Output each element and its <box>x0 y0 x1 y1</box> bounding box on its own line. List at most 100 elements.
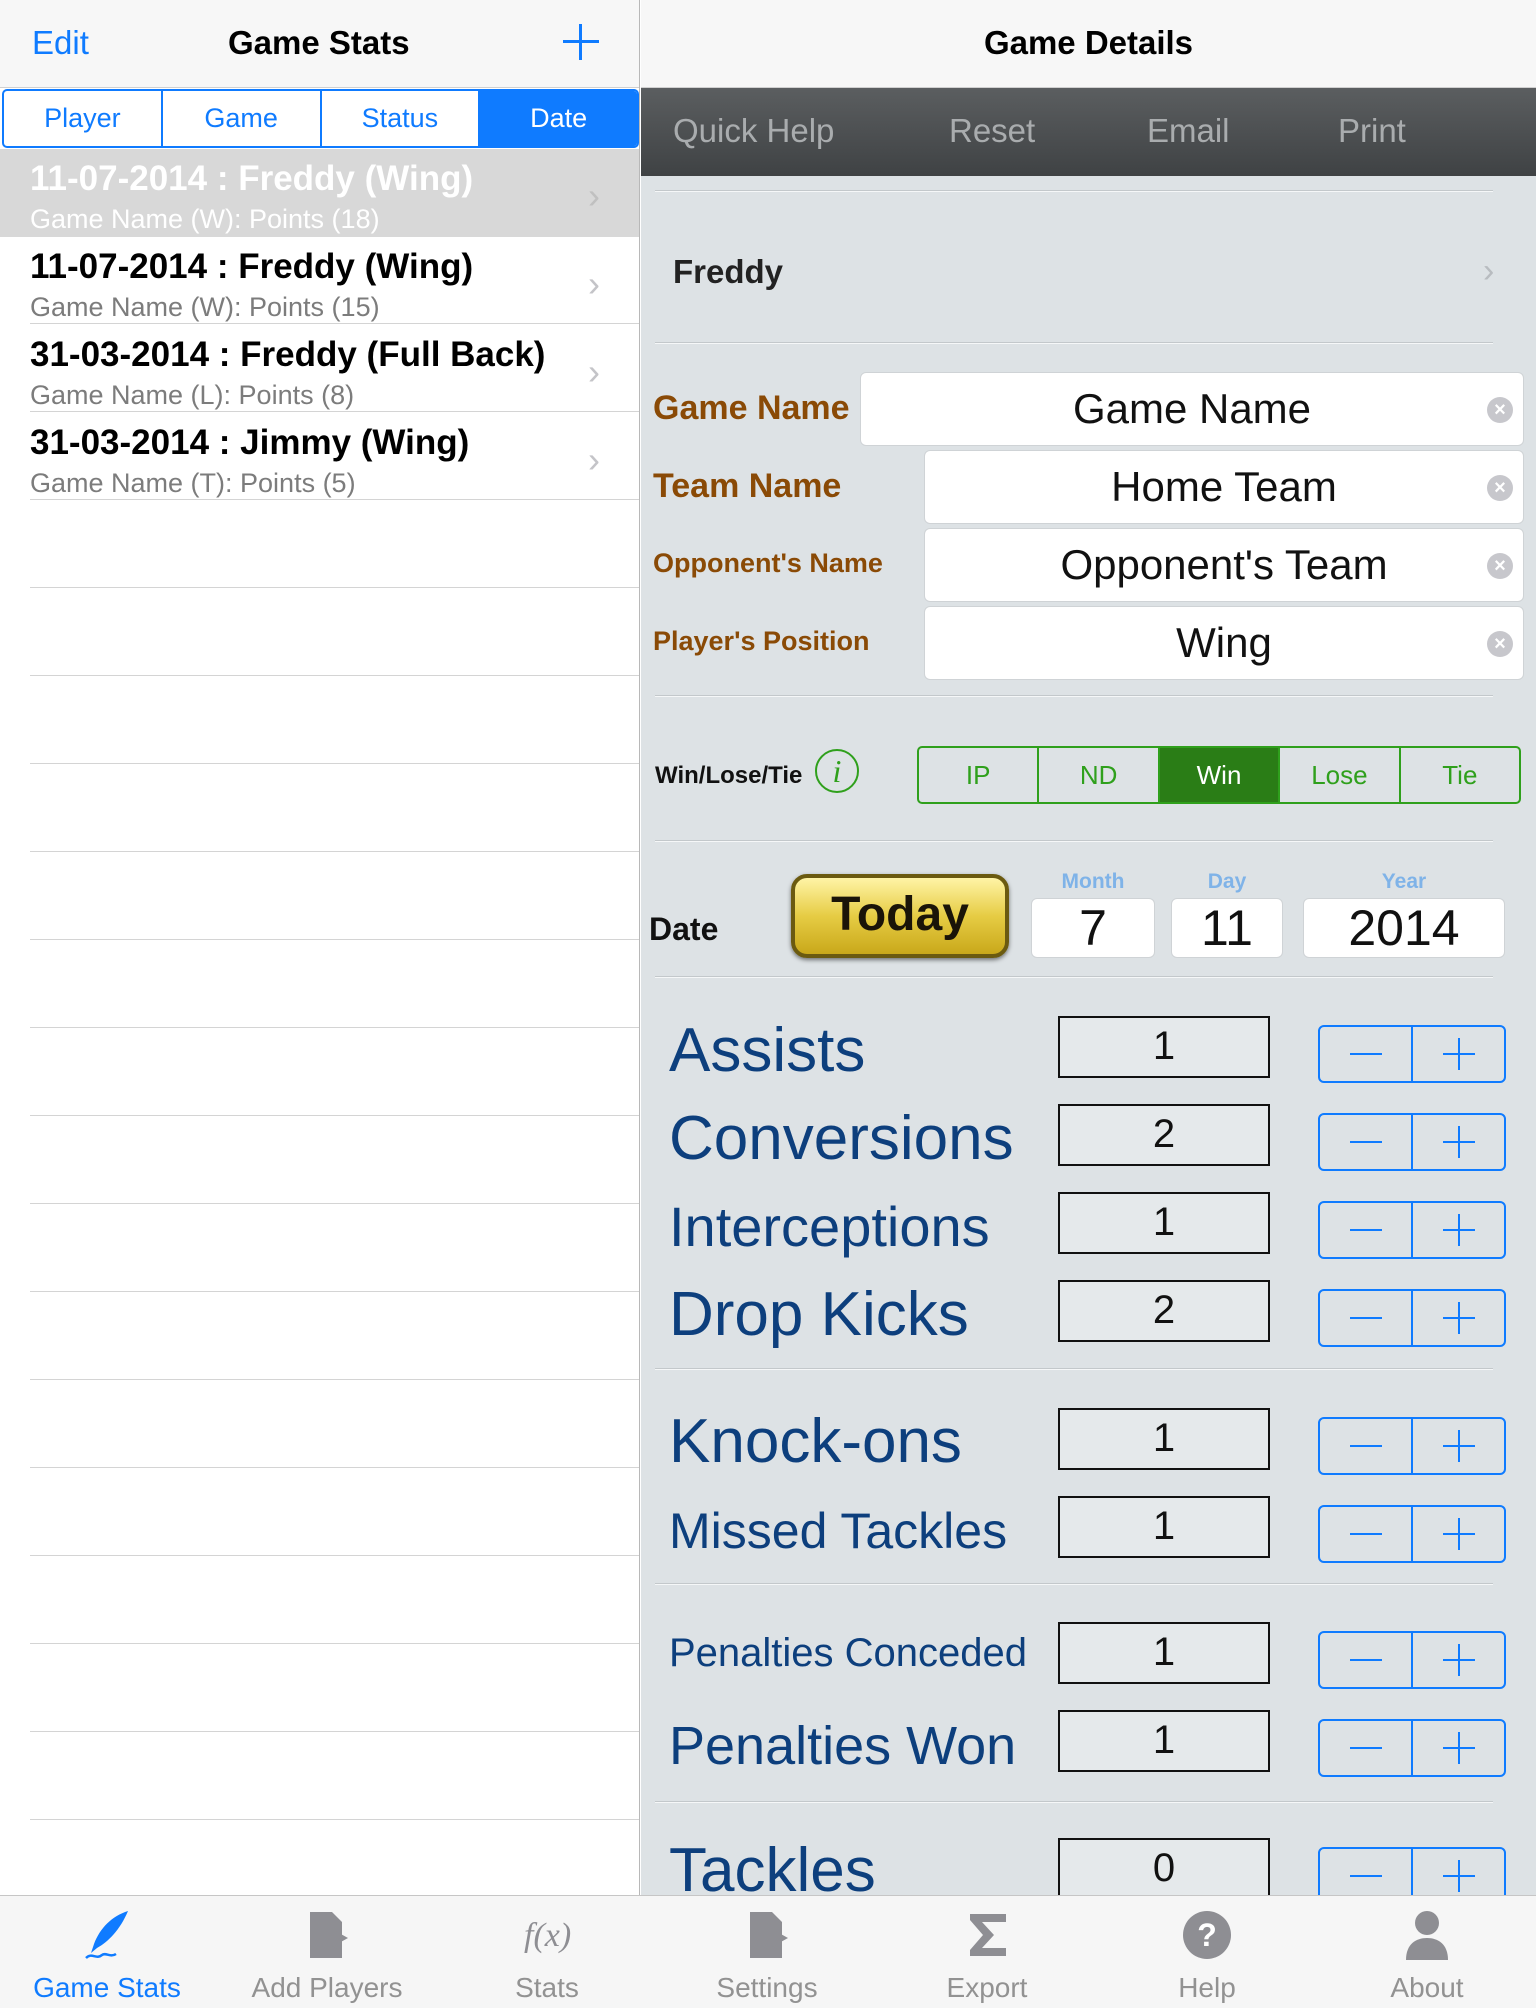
increment-button[interactable] <box>1413 1849 1504 1895</box>
detail-nav-bar: Game Details <box>641 0 1536 88</box>
stat-label-penalties-conceded: Penalties Conceded <box>669 1631 1028 1675</box>
chevron-right-icon: › <box>588 175 600 216</box>
decrement-button[interactable] <box>1320 1849 1413 1895</box>
tab-export[interactable]: Export <box>892 1896 1082 2008</box>
sort-tab-date[interactable]: Date <box>480 91 637 146</box>
game-list-item[interactable]: 11-07-2014 : Freddy (Wing) Game Name (W)… <box>0 149 639 237</box>
decrement-button[interactable] <box>1320 1027 1413 1081</box>
increment-button[interactable] <box>1413 1027 1504 1081</box>
game-list-item[interactable]: 11-07-2014 : Freddy (Wing) Game Name (W)… <box>0 237 639 325</box>
sigma-icon <box>970 1914 1006 1956</box>
month-field[interactable]: 7 <box>1031 898 1155 958</box>
increment-button[interactable] <box>1413 1633 1504 1687</box>
team-name-field[interactable]: Home Team × <box>924 450 1524 524</box>
row-separator <box>30 1643 639 1644</box>
tab-about[interactable]: About <box>1332 1896 1522 2008</box>
row-separator <box>30 851 639 852</box>
stat-label-knock-ons: Knock-ons <box>669 1407 962 1476</box>
tab-help[interactable]: ? Help <box>1112 1896 1302 2008</box>
sort-segmented-control: Player Game Status Date <box>2 89 639 148</box>
tab-stats[interactable]: f(x) Stats <box>452 1896 642 2008</box>
row-separator <box>30 1555 639 1556</box>
svg-text:?: ? <box>1197 1917 1217 1953</box>
reset-button[interactable]: Reset <box>949 112 1035 150</box>
edit-button[interactable]: Edit <box>32 24 89 62</box>
increment-button[interactable] <box>1413 1419 1504 1473</box>
row-separator <box>30 587 639 588</box>
sort-tab-game[interactable]: Game <box>163 91 322 146</box>
game-item-subtitle: Game Name (L): Points (8) <box>30 380 355 410</box>
result-option-nd[interactable]: ND <box>1039 748 1160 802</box>
result-option-lose[interactable]: Lose <box>1280 748 1401 802</box>
master-title: Game Stats <box>228 24 410 61</box>
tab-add-players[interactable]: Add Players <box>232 1896 422 2008</box>
stat-value-interceptions: 1 <box>1058 1192 1270 1254</box>
today-button[interactable]: Today <box>791 874 1009 958</box>
decrement-button[interactable] <box>1320 1203 1413 1257</box>
tab-bar: Game Stats Add Players f(x) Stats Settin… <box>0 1895 1536 2008</box>
decrement-button[interactable] <box>1320 1721 1413 1775</box>
tab-label: Game Stats <box>33 1972 181 2003</box>
email-button[interactable]: Email <box>1147 112 1230 150</box>
chevron-right-icon: › <box>1483 252 1495 290</box>
result-segmented-control: IP ND Win Lose Tie <box>917 746 1521 804</box>
clear-icon[interactable]: × <box>1487 475 1513 501</box>
result-option-tie[interactable]: Tie <box>1401 748 1519 802</box>
quick-help-button[interactable]: Quick Help <box>673 112 834 150</box>
row-separator <box>30 1115 639 1116</box>
player-position-field[interactable]: Wing × <box>924 606 1524 680</box>
clear-icon[interactable]: × <box>1487 631 1513 657</box>
stat-value-assists: 1 <box>1058 1016 1270 1078</box>
row-separator <box>30 1731 639 1732</box>
result-option-ip[interactable]: IP <box>919 748 1040 802</box>
stepper-interceptions <box>1318 1201 1506 1259</box>
game-list-item[interactable]: 31-03-2014 : Jimmy (Wing) Game Name (T):… <box>0 413 639 501</box>
divider <box>655 695 1493 697</box>
player-position-label: Player's Position <box>653 626 870 656</box>
stat-label-penalties-won: Penalties Won <box>669 1716 1017 1776</box>
stepper-knock-ons <box>1318 1417 1506 1475</box>
game-name-label: Game Name <box>653 389 850 427</box>
opponent-name-field[interactable]: Opponent's Team × <box>924 528 1524 602</box>
sort-tab-status[interactable]: Status <box>322 91 481 146</box>
increment-button[interactable] <box>1413 1721 1504 1775</box>
game-name-field[interactable]: Game Name × <box>860 372 1524 446</box>
increment-button[interactable] <box>1413 1507 1504 1561</box>
game-list-item[interactable]: 31-03-2014 : Freddy (Full Back) Game Nam… <box>0 325 639 413</box>
decrement-button[interactable] <box>1320 1633 1413 1687</box>
row-separator <box>30 499 639 500</box>
row-separator <box>30 1379 639 1380</box>
decrement-button[interactable] <box>1320 1291 1413 1345</box>
tab-label: About <box>1390 1972 1464 2003</box>
decrement-button[interactable] <box>1320 1507 1413 1561</box>
result-option-win[interactable]: Win <box>1159 748 1281 802</box>
date-label: Date <box>649 911 719 947</box>
add-game-button[interactable] <box>556 14 606 70</box>
stepper-missed-tackles <box>1318 1505 1506 1563</box>
increment-button[interactable] <box>1413 1203 1504 1257</box>
clear-icon[interactable]: × <box>1487 397 1513 423</box>
stepper-tackles <box>1318 1847 1506 1895</box>
divider <box>655 1583 1493 1585</box>
info-icon[interactable]: i <box>815 749 859 793</box>
stat-label-conversions: Conversions <box>669 1104 1014 1173</box>
player-selector[interactable]: Freddy › <box>641 200 1536 340</box>
row-separator <box>30 1027 639 1028</box>
stepper-penalties-won <box>1318 1719 1506 1777</box>
tab-game-stats[interactable]: Game Stats <box>12 1896 202 2008</box>
stat-label-missed-tackles: Missed Tackles <box>669 1503 1008 1559</box>
game-details-pane: Game Details Quick Help Reset Email Prin… <box>641 0 1536 1895</box>
sort-tab-player[interactable]: Player <box>4 91 163 146</box>
stat-value-knock-ons: 1 <box>1058 1408 1270 1470</box>
year-field[interactable]: 2014 <box>1303 898 1505 958</box>
increment-button[interactable] <box>1413 1115 1504 1169</box>
decrement-button[interactable] <box>1320 1115 1413 1169</box>
master-nav-bar: Edit Game Stats <box>0 0 639 88</box>
clear-icon[interactable]: × <box>1487 553 1513 579</box>
tab-settings[interactable]: Settings <box>672 1896 862 2008</box>
team-name-value: Home Team <box>1111 463 1337 510</box>
day-field[interactable]: 11 <box>1171 898 1283 958</box>
increment-button[interactable] <box>1413 1291 1504 1345</box>
print-button[interactable]: Print <box>1338 112 1406 150</box>
decrement-button[interactable] <box>1320 1419 1413 1473</box>
